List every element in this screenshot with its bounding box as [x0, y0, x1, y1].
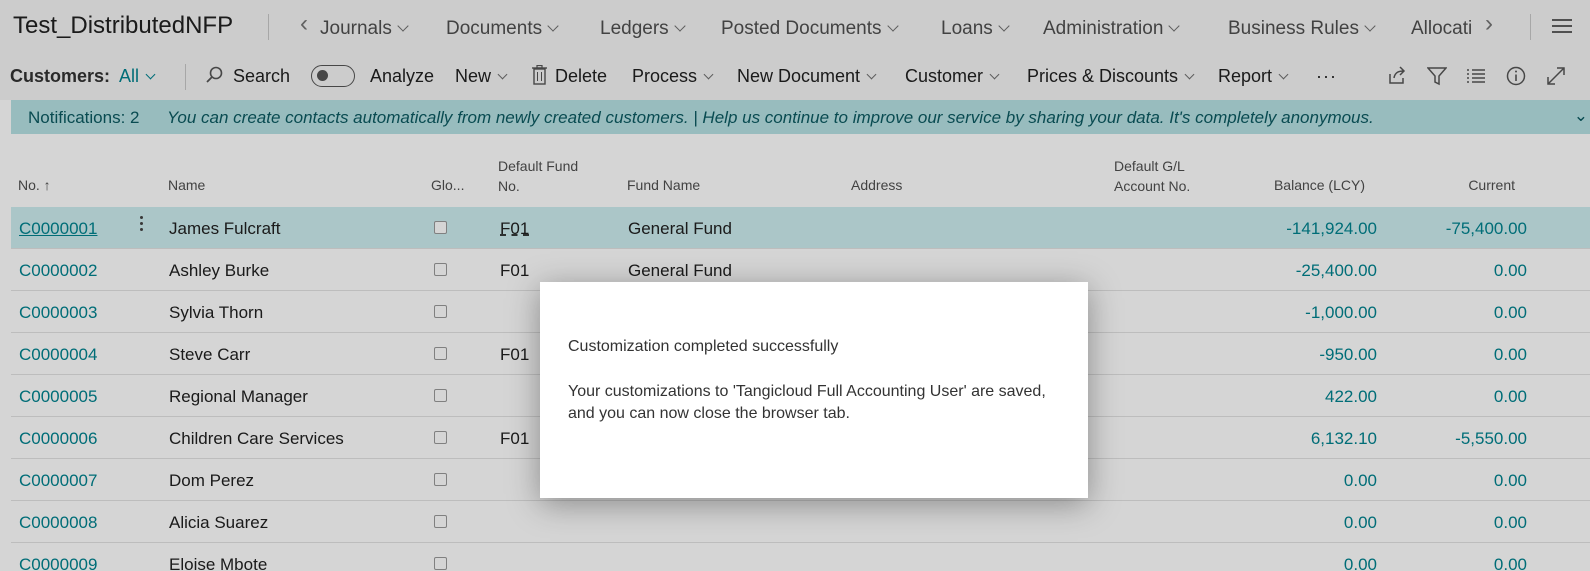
dialog-message: Your customizations to 'Tangicloud Full …: [568, 383, 1046, 422]
customization-dialog[interactable]: Customization completed successfully You…: [540, 282, 1088, 498]
dialog-title: Customization completed successfully: [568, 338, 839, 355]
business-central-app: Test_DistributedNFP ‹ Journals Documents…: [0, 0, 1590, 571]
